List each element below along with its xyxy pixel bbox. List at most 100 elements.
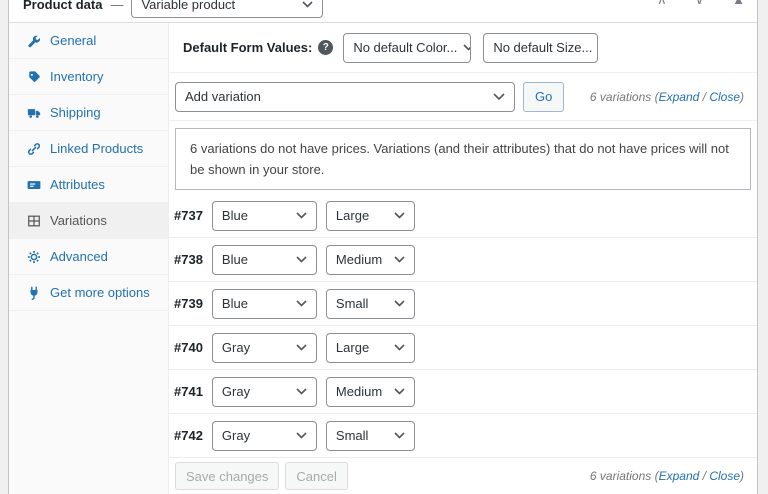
variation-id: #738 bbox=[174, 252, 203, 267]
sidebar-item-inventory[interactable]: Inventory bbox=[9, 59, 168, 95]
panel-title-dash: — bbox=[110, 0, 124, 12]
add-variation-select-value: Add variation bbox=[185, 89, 261, 104]
sidebar-item-general[interactable]: General bbox=[9, 23, 168, 59]
notice-text: 6 variations do not have prices. Variati… bbox=[190, 141, 729, 177]
chevron-down-icon bbox=[296, 344, 307, 351]
expand-link[interactable]: Expand bbox=[659, 469, 700, 483]
default-form-values-row: Default Form Values: ? No default Color.… bbox=[169, 23, 757, 73]
variation-row: #741 Gray Medium bbox=[169, 370, 757, 414]
sidebar-item-attributes[interactable]: Attributes bbox=[9, 167, 168, 203]
add-variation-select[interactable]: Add variation bbox=[175, 81, 515, 112]
chevron-down-icon bbox=[296, 388, 307, 395]
variations-count-top: 6 variations (Expand / Close) bbox=[590, 90, 744, 104]
sidebar-item-variations[interactable]: Variations bbox=[9, 203, 168, 239]
close-link[interactable]: Close bbox=[709, 469, 740, 483]
sidebar-item-label: Linked Products bbox=[50, 141, 144, 156]
sidebar-item-label: General bbox=[50, 33, 97, 48]
sidebar-item-shipping[interactable]: Shipping bbox=[9, 95, 168, 131]
variation-size-select[interactable]: Small bbox=[325, 288, 415, 319]
product-data-tabs: General Inventory Shipping Linked Produc… bbox=[9, 23, 169, 494]
product-type-select[interactable]: Variable product bbox=[131, 0, 324, 18]
variation-size-value: Small bbox=[335, 296, 369, 311]
close-link[interactable]: Close bbox=[709, 90, 740, 104]
default-size-select-value: No default Size... bbox=[493, 40, 593, 55]
variation-color-select[interactable]: Blue bbox=[211, 200, 317, 231]
move-down-icon[interactable]: ∨ bbox=[695, 0, 705, 8]
move-up-icon[interactable]: ∧ bbox=[657, 0, 667, 8]
chevron-down-icon bbox=[394, 212, 405, 219]
variation-id: #740 bbox=[174, 340, 203, 355]
chevron-down-icon bbox=[296, 212, 307, 219]
variation-row: #739 Blue Small bbox=[169, 282, 757, 326]
sidebar-item-advanced[interactable]: Advanced bbox=[9, 239, 168, 275]
count-prefix: 6 variations ( bbox=[589, 469, 659, 483]
variation-row: #738 Blue Medium bbox=[169, 238, 757, 282]
gear-icon bbox=[27, 250, 41, 264]
sidebar-item-label: Get more options bbox=[50, 285, 150, 300]
variation-color-select[interactable]: Blue bbox=[211, 288, 317, 319]
help-icon[interactable]: ? bbox=[318, 40, 334, 55]
variation-size-value: Medium bbox=[335, 384, 383, 399]
variation-color-select[interactable]: Gray bbox=[211, 420, 317, 451]
variations-toolbar-top: Add variation Go 6 variations (Expand / … bbox=[169, 73, 757, 121]
variation-row: #737 Blue Large bbox=[169, 194, 757, 238]
panel-title: Product data bbox=[23, 0, 103, 12]
variation-color-value: Blue bbox=[221, 296, 248, 311]
go-button[interactable]: Go bbox=[523, 81, 565, 112]
count-separator: / bbox=[699, 89, 710, 104]
sidebar-item-label: Attributes bbox=[50, 177, 105, 192]
default-size-select[interactable]: No default Size... bbox=[483, 32, 599, 63]
product-data-header-left: Product data — Variable product bbox=[23, 0, 324, 20]
variation-color-value: Blue bbox=[221, 208, 248, 223]
no-prices-notice: 6 variations do not have prices. Variati… bbox=[175, 128, 751, 190]
chevron-down-icon bbox=[296, 256, 307, 263]
variation-size-value: Large bbox=[335, 208, 370, 223]
toggle-panel-icon[interactable]: ▲ bbox=[732, 0, 745, 8]
card-icon bbox=[27, 178, 41, 192]
variation-size-value: Large bbox=[335, 340, 370, 355]
sidebar-item-linked-products[interactable]: Linked Products bbox=[9, 131, 168, 167]
variation-color-select[interactable]: Gray bbox=[211, 332, 317, 363]
product-type-select-value: Variable product bbox=[141, 0, 236, 12]
sidebar-item-label: Advanced bbox=[50, 249, 108, 264]
cancel-button[interactable]: Cancel bbox=[285, 462, 348, 490]
variation-row: #740 Gray Large bbox=[169, 326, 757, 370]
chevron-down-icon bbox=[463, 44, 471, 51]
link-icon bbox=[27, 142, 41, 156]
product-data-panel: Product data — Variable product ∧ ∨ ▲ bbox=[8, 0, 758, 494]
sidebar-item-get-more-options[interactable]: Get more options bbox=[9, 275, 168, 311]
count-separator: / bbox=[699, 469, 710, 483]
chevron-down-icon bbox=[394, 344, 405, 351]
sidebar-item-label: Inventory bbox=[50, 69, 104, 84]
count-suffix: ) bbox=[740, 89, 744, 104]
product-data-header: Product data — Variable product ∧ ∨ ▲ bbox=[9, 0, 757, 23]
tag-icon bbox=[27, 70, 41, 84]
wrench-icon bbox=[27, 34, 41, 48]
sidebar-item-label: Shipping bbox=[50, 105, 101, 120]
default-form-values-label: Default Form Values: bbox=[183, 40, 313, 55]
variations-count-bottom: 6 variations (Expand / Close) bbox=[590, 469, 744, 483]
chevron-down-icon bbox=[394, 256, 405, 263]
save-changes-button[interactable]: Save changes bbox=[175, 462, 280, 490]
variation-size-select[interactable]: Large bbox=[325, 332, 415, 363]
chevron-down-icon bbox=[394, 432, 405, 439]
variation-row: #742 Gray Small bbox=[169, 414, 757, 458]
woocommerce-admin-page: Product data — Variable product ∧ ∨ ▲ bbox=[0, 0, 768, 494]
variation-size-select[interactable]: Medium bbox=[325, 244, 415, 275]
variation-size-select[interactable]: Large bbox=[325, 200, 415, 231]
variation-color-select[interactable]: Gray bbox=[211, 376, 317, 407]
variation-size-select[interactable]: Medium bbox=[325, 376, 415, 407]
chevron-down-icon bbox=[296, 300, 307, 307]
variation-color-value: Gray bbox=[221, 384, 251, 399]
variation-color-value: Blue bbox=[221, 252, 248, 267]
chevron-down-icon bbox=[493, 92, 505, 101]
variation-color-value: Gray bbox=[221, 428, 251, 443]
chevron-down-icon bbox=[394, 300, 405, 307]
truck-icon bbox=[27, 106, 41, 120]
expand-link[interactable]: Expand bbox=[659, 90, 700, 104]
variation-size-value: Small bbox=[335, 428, 369, 443]
variation-size-select[interactable]: Small bbox=[325, 420, 415, 451]
default-color-select[interactable]: No default Color... bbox=[343, 32, 472, 63]
variation-color-select[interactable]: Blue bbox=[211, 244, 317, 275]
variations-panel: Default Form Values: ? No default Color.… bbox=[169, 23, 757, 494]
